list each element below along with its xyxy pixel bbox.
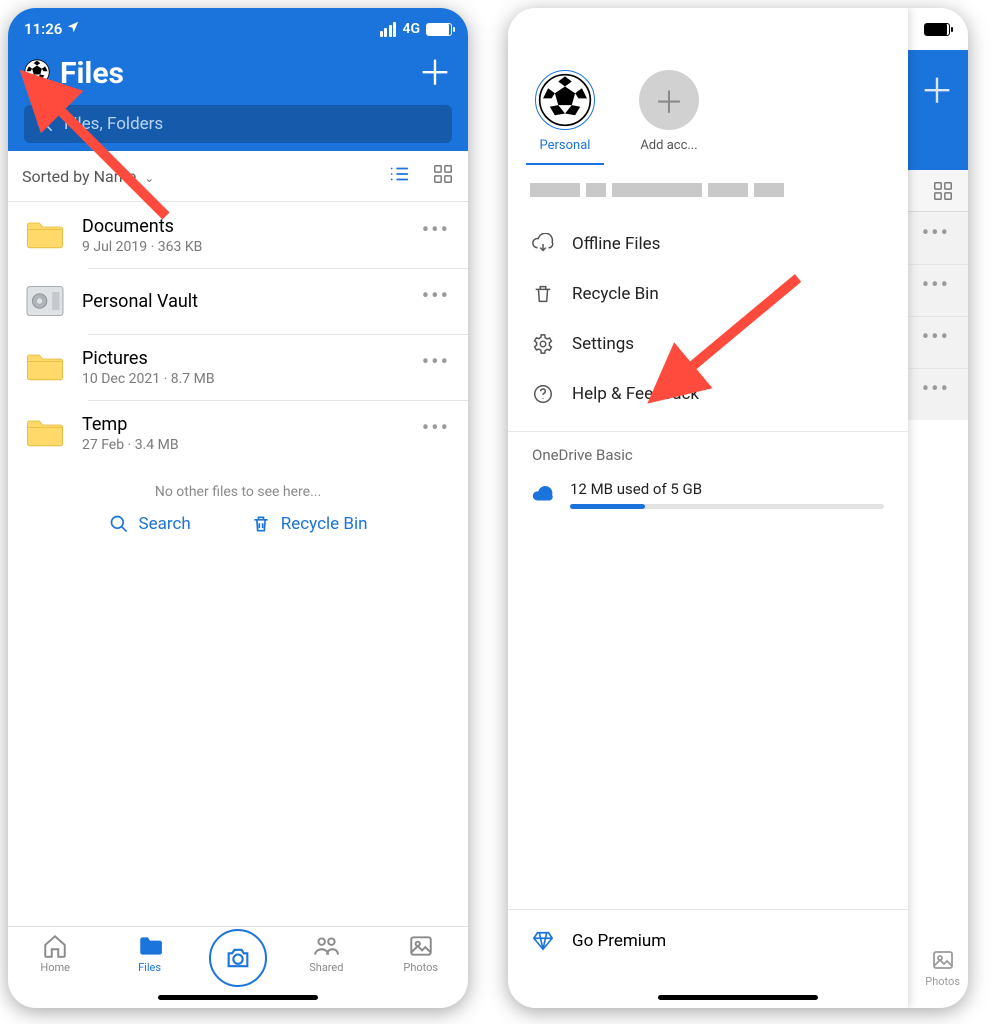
page-title: Files (60, 56, 124, 91)
status-time: 11:26 (24, 20, 62, 38)
tab-photos-dimmed: Photos (925, 948, 960, 988)
app-header: 11:26 4G Files ＋ Files, Folders (8, 8, 468, 151)
folder-icon (22, 212, 68, 258)
signal-icon (380, 22, 397, 37)
gear-icon (532, 333, 554, 355)
status-bar (508, 8, 968, 50)
cloud-icon (532, 484, 554, 506)
redacted-email (530, 183, 886, 207)
battery-icon (426, 23, 452, 36)
tab-photos[interactable]: Photos (386, 933, 456, 974)
plan-label: OneDrive Basic (508, 431, 908, 470)
battery-icon (924, 23, 950, 36)
account-personal[interactable]: Personal (530, 70, 600, 153)
add-button[interactable]: ＋ (418, 57, 452, 91)
more-icon[interactable]: ••• (418, 416, 454, 441)
menu-recycle-bin[interactable]: Recycle Bin (508, 269, 908, 319)
file-row[interactable]: Temp27 Feb · 3.4 MB ••• (8, 400, 468, 466)
empty-message: No other files to see here... (8, 484, 468, 500)
plus-icon: ＋ (639, 70, 699, 130)
tab-bar: Home Files Shared Photos (8, 926, 468, 1008)
profile-avatar[interactable] (24, 59, 50, 89)
phone-files-screen: 11:26 4G Files ＋ Files, Folders (8, 8, 468, 1008)
help-icon (532, 383, 554, 405)
account-tab-indicator (526, 163, 604, 165)
menu-settings[interactable]: Settings (508, 319, 908, 369)
sort-button[interactable]: Sorted by Name ⌄ (22, 167, 154, 186)
add-button-dimmed: ＋ (920, 64, 954, 113)
search-action[interactable]: Search (109, 514, 191, 534)
avatar (535, 70, 595, 130)
tab-home[interactable]: Home (20, 933, 90, 974)
phone-account-drawer: ＋ ••• ••• ••• ••• Photos Personal (508, 8, 968, 1008)
search-input[interactable]: Files, Folders (24, 105, 452, 143)
tab-files[interactable]: Files (115, 933, 185, 974)
view-list-icon[interactable] (388, 163, 410, 189)
camera-button[interactable] (209, 933, 267, 987)
add-account[interactable]: ＋ Add acc... (634, 70, 704, 153)
tab-shared[interactable]: Shared (291, 933, 361, 974)
sort-bar: Sorted by Name ⌄ (8, 151, 468, 202)
folder-icon (22, 344, 68, 390)
location-icon (66, 20, 80, 38)
more-icon[interactable]: ••• (418, 284, 454, 309)
home-indicator (658, 995, 818, 1000)
drawer-menu: Offline Files Recycle Bin Settings Help … (508, 213, 908, 425)
menu-offline-files[interactable]: Offline Files (508, 219, 908, 269)
view-grid-icon[interactable] (432, 163, 454, 189)
status-bar: 11:26 4G (24, 18, 452, 40)
diamond-icon (532, 930, 554, 952)
cloud-download-icon (532, 233, 554, 255)
file-row[interactable]: Pictures10 Dec 2021 · 8.7 MB ••• (8, 334, 468, 400)
file-row[interactable]: Personal Vault ••• (8, 268, 468, 334)
storage-bar (570, 504, 884, 509)
account-drawer: Personal ＋ Add acc... Offline Files Recy… (508, 8, 908, 1008)
home-indicator (158, 995, 318, 1000)
network-label: 4G (402, 21, 420, 37)
search-placeholder: Files, Folders (64, 114, 163, 134)
more-icon[interactable]: ••• (418, 218, 454, 243)
folder-icon (22, 410, 68, 456)
more-icon[interactable]: ••• (418, 350, 454, 375)
file-row[interactable]: Documents9 Jul 2019 · 363 KB ••• (8, 202, 468, 268)
trash-icon (532, 283, 554, 305)
file-list: Documents9 Jul 2019 · 363 KB ••• Persona… (8, 202, 468, 926)
recycle-action[interactable]: Recycle Bin (251, 514, 368, 534)
vault-icon (22, 278, 68, 324)
menu-help[interactable]: Help & Feedback (508, 369, 908, 419)
account-switcher: Personal ＋ Add acc... (508, 50, 908, 163)
chevron-down-icon: ⌄ (144, 171, 154, 185)
storage-usage[interactable]: 12 MB used of 5 GB (508, 470, 908, 519)
go-premium[interactable]: Go Premium (508, 909, 908, 1008)
